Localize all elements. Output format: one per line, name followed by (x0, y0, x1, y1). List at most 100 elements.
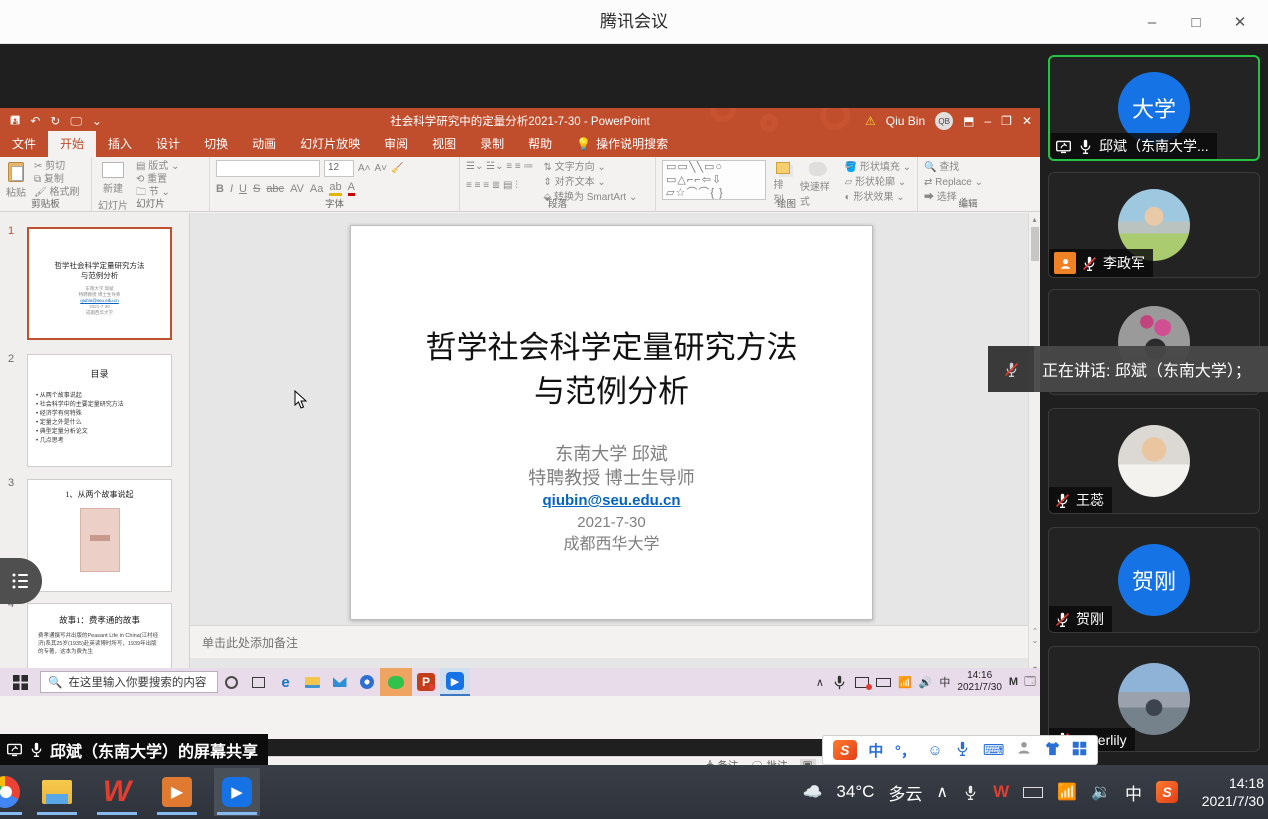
arrange-button[interactable]: 排列 ⌄ (774, 160, 792, 219)
account-name[interactable]: Qiu Bin (886, 114, 925, 128)
smiley-icon[interactable]: ☺ (927, 742, 942, 759)
participant-tile-5[interactable]: 贺刚 贺刚 (1048, 527, 1260, 633)
tab-slideshow[interactable]: 幻灯片放映 (288, 131, 372, 157)
weather-desc[interactable]: 多云 (888, 780, 922, 805)
wps-icon[interactable]: W (94, 768, 140, 816)
voice-input-icon[interactable] (954, 740, 971, 761)
screen-record-icon[interactable] (855, 677, 869, 688)
cloud-weather-icon[interactable]: ☁️ (802, 782, 822, 802)
strikethrough-button[interactable]: S (253, 183, 260, 195)
tencent-meeting-icon[interactable]: ▶ (214, 768, 260, 816)
slide-canvas[interactable]: 哲学社会科学定量研究方法 与范例分析 东南大学 邱斌 特聘教授 博士生导师 qi… (350, 225, 873, 620)
taskbar-search-input[interactable]: 🔍 在这里输入你要搜索的内容 (40, 671, 218, 693)
keyboard-icon[interactable]: ⌨ (983, 741, 1005, 759)
task-view-icon[interactable] (245, 668, 272, 696)
tab-insert[interactable]: 插入 (96, 131, 144, 157)
ime-mode-icon[interactable]: M (1009, 676, 1017, 688)
edge-icon[interactable]: e (272, 668, 299, 696)
tray-mic-icon[interactable] (831, 674, 848, 691)
replace-button[interactable]: ⇄ Replace ⌄ (924, 175, 1012, 190)
participant-tile-1[interactable]: 大学 邱斌（东南大学... (1048, 55, 1260, 161)
meeting-taskbar-icon[interactable]: ▶ (440, 668, 470, 696)
wps-tray-icon[interactable]: W (993, 782, 1009, 802)
shape-outline-button[interactable]: ▱ 形状轮廓 ⌄ (845, 175, 911, 190)
outer-clock[interactable]: 14:182021/7/30 (1192, 774, 1264, 810)
slide-email-link[interactable]: qiubin@seu.edu.cn (351, 490, 872, 512)
file-explorer-icon[interactable] (34, 768, 80, 816)
list-buttons[interactable]: ☰⌄ ☱⌄ ≡ ≡ ≔ (466, 160, 533, 173)
notes-pane[interactable]: 单击此处添加备注 (190, 625, 1028, 658)
wifi-icon[interactable]: 📶 (1057, 782, 1077, 802)
action-center-icon[interactable]: 🗔 (1024, 673, 1036, 692)
sogou-tray-icon[interactable]: S (1156, 781, 1178, 803)
tab-animations[interactable]: 动画 (240, 131, 288, 157)
underline-button[interactable]: U (239, 183, 247, 195)
ime-indicator[interactable]: 中 (939, 674, 950, 690)
slide-thumbnail-2[interactable]: 目录 • 从两个故事说起 • 社会科学中的主要定量研究方法 • 经济学有何特殊 … (27, 354, 172, 467)
tab-view[interactable]: 视图 (420, 131, 468, 157)
minimize-icon[interactable]: – (1132, 6, 1172, 38)
shape-fill-button[interactable]: 🪣 形状填充 ⌄ (845, 160, 911, 175)
close-icon[interactable]: ✕ (1220, 6, 1260, 38)
ribbon-display-icon[interactable]: ⬒ (963, 114, 974, 128)
punctuation-icon[interactable]: °， (895, 740, 916, 761)
chrome-icon[interactable] (0, 768, 20, 816)
tab-design[interactable]: 设计 (144, 131, 192, 157)
ime-cn-icon[interactable]: 中 (868, 740, 883, 761)
person-icon[interactable] (1016, 740, 1032, 760)
align-text-button[interactable]: ⇕ 对齐文本 ⌄ (543, 175, 637, 190)
participant-tile-4[interactable]: 王蕊 (1048, 408, 1260, 514)
battery-icon[interactable] (876, 678, 891, 687)
ppt-minimize-icon[interactable]: – (984, 114, 991, 128)
font-color-button[interactable]: A (348, 181, 355, 196)
participant-tile-2[interactable]: 李政军 (1048, 172, 1260, 278)
ime-indicator[interactable]: 中 (1125, 780, 1142, 805)
abc-button[interactable]: abc (266, 183, 284, 195)
char-spacing-button[interactable]: AV (290, 183, 304, 195)
tab-transitions[interactable]: 切换 (192, 131, 240, 157)
text-direction-button[interactable]: ⇅ 文字方向 ⌄ (543, 160, 637, 175)
tray-up-icon[interactable]: ∧ (816, 676, 824, 689)
font-size-select[interactable]: 12 (324, 160, 354, 177)
account-avatar[interactable]: QB (935, 112, 953, 130)
scrollbar-thumb[interactable] (1031, 227, 1039, 261)
wechat-icon[interactable] (380, 668, 412, 696)
powerpoint-taskbar-icon[interactable]: P (412, 668, 440, 696)
cut-button[interactable]: ✂ 剪切 (34, 160, 79, 173)
tab-home[interactable]: 开始 (48, 131, 96, 157)
editor-scrollbar[interactable]: ▴ ⌃⌄ ▾ (1028, 213, 1040, 675)
font-name-select[interactable] (216, 160, 320, 177)
start-button[interactable] (0, 668, 40, 696)
slide-thumbnail-4[interactable]: 故事1：费孝通的故事 费孝通撰写并出版的Peasant Life in Chin… (27, 603, 172, 675)
file-explorer-icon[interactable] (299, 668, 326, 696)
clear-format-icon[interactable]: 🧹 (391, 162, 403, 175)
tab-review[interactable]: 审阅 (372, 131, 420, 157)
slide-thumbnail-1[interactable]: 哲学社会科学定量研究方法与范例分析 东南大学 邱斌特聘教授 博士生导师 qiub… (27, 227, 172, 340)
cortana-icon[interactable] (218, 668, 245, 696)
weather-temp[interactable]: 34°C (836, 782, 874, 802)
maximize-icon[interactable]: □ (1176, 6, 1216, 38)
reset-button[interactable]: ⟲ 重置 (136, 173, 179, 186)
battery-icon[interactable] (1023, 787, 1043, 798)
bold-button[interactable]: B (216, 183, 224, 195)
toolbox-grid-icon[interactable] (1072, 741, 1087, 760)
highlight-button[interactable]: ab (329, 181, 341, 196)
align-buttons[interactable]: ≡ ≡ ≡ ≣ ▤ ⫶ (466, 179, 533, 192)
wps-presentation-icon[interactable]: ▶ (154, 768, 200, 816)
layout-button[interactable]: ▤ 版式 ⌄ (136, 160, 179, 173)
sogou-logo-icon[interactable]: S (833, 740, 857, 760)
browser-globe-icon[interactable] (353, 668, 380, 696)
skin-shirt-icon[interactable] (1044, 741, 1061, 760)
paste-button[interactable]: 粘贴 (6, 160, 26, 199)
find-button[interactable]: 🔍 查找 (924, 160, 1012, 175)
wifi-icon[interactable]: 📶 (898, 676, 912, 689)
tray-mic-icon[interactable] (962, 784, 979, 801)
inner-clock[interactable]: 14:162021/7/30 (957, 670, 1002, 694)
mail-icon[interactable] (326, 668, 353, 696)
copy-button[interactable]: ⧉ 复制 (34, 173, 79, 186)
tab-help[interactable]: 帮助 (516, 131, 564, 157)
ppt-close-icon[interactable]: ✕ (1022, 114, 1032, 128)
grow-font-icon[interactable]: A˄ (358, 162, 371, 175)
shape-gallery[interactable]: ▭▭╲╲▭○ ▭△⌐⌐⇦⇩ ▱☆⌒⌒{ } (662, 160, 766, 200)
change-case-button[interactable]: Aa (310, 183, 323, 195)
